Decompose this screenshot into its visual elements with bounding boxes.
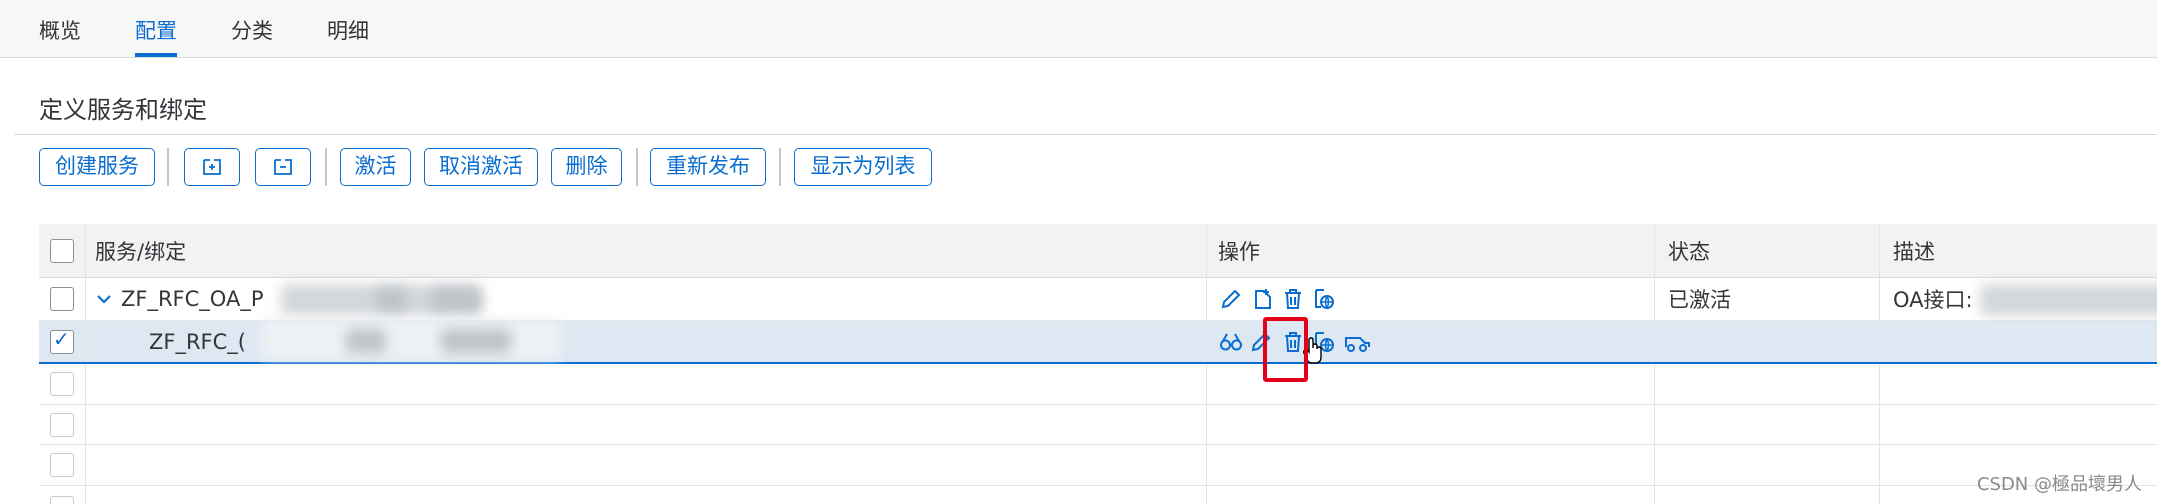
edit-icon[interactable]	[1219, 287, 1243, 311]
row-select-cell	[39, 486, 86, 504]
service-name-cell	[86, 405, 1207, 444]
row-checkbox[interactable]	[50, 327, 74, 354]
binding-name: ZF_RFC_(	[149, 329, 246, 354]
tab-bar: 概览 配置 分类 明细	[0, 0, 2157, 58]
actions-cell	[1207, 445, 1655, 485]
services-table: 服务/绑定 操作 状态 描述 ZF_RFC_OA_P 已激活 OA接口: ✓ Z…	[39, 224, 2157, 504]
create-service-button[interactable]: 创建服务	[39, 148, 155, 186]
actions-cell	[1207, 486, 1655, 504]
tab-overview[interactable]: 概览	[39, 0, 81, 57]
column-label: 状态	[1668, 239, 1710, 264]
activate-button[interactable]: 激活	[340, 148, 411, 186]
service-name-cell: ZF_RFC_(	[86, 319, 1207, 362]
service-name-cell	[86, 445, 1207, 485]
toolbar-separator	[167, 148, 169, 186]
display-icon[interactable]	[1219, 330, 1243, 354]
redacted-text	[261, 319, 561, 359]
delete-icon[interactable]	[1281, 287, 1305, 311]
row-select-cell	[39, 405, 86, 444]
status-cell: 已激活	[1655, 278, 1880, 320]
table-row-empty	[39, 405, 2157, 445]
status-cell	[1655, 321, 1880, 362]
watermark: CSDN @極品壞男人	[1976, 474, 2142, 495]
row-checkbox[interactable]	[50, 496, 74, 504]
redacted-text	[431, 288, 481, 312]
redacted-text	[1980, 284, 2157, 316]
column-header-status[interactable]: 状态	[1655, 224, 1880, 277]
select-all-cell	[39, 224, 86, 277]
actions-cell	[1207, 278, 1655, 320]
divider	[14, 134, 2157, 135]
collapse-all-button[interactable]	[255, 148, 311, 186]
toolbar-separator	[325, 148, 327, 186]
collapse-all-icon	[271, 159, 295, 184]
deactivate-button[interactable]: 取消激活	[424, 148, 538, 186]
row-select-cell	[39, 364, 86, 404]
table-row-empty	[39, 364, 2157, 405]
publish-icon[interactable]	[1312, 287, 1336, 311]
service-name-cell	[86, 364, 1207, 404]
toolbar-separator	[779, 148, 781, 186]
column-header-service[interactable]: 服务/绑定	[86, 224, 1207, 277]
service-name: ZF_RFC_OA_P	[121, 287, 264, 311]
table-row-selected[interactable]: ZF_RFC_(	[39, 319, 2157, 364]
row-checkbox[interactable]	[50, 453, 74, 477]
redacted-text	[376, 288, 406, 312]
description-text: OA接口:	[1893, 288, 1973, 312]
description-cell: OA接口:	[1880, 278, 2157, 320]
row-checkbox[interactable]	[50, 372, 74, 396]
highlight-box	[1263, 317, 1308, 382]
table-row-empty	[39, 445, 2157, 486]
row-select-cell	[39, 445, 86, 485]
service-name-cell: ZF_RFC_OA_P	[86, 278, 1207, 320]
tab-details[interactable]: 明细	[327, 0, 369, 57]
expand-all-icon	[200, 159, 224, 184]
chevron-down-icon[interactable]	[96, 293, 112, 305]
row-checkbox[interactable]	[50, 412, 74, 437]
status-cell	[1655, 364, 1880, 404]
row-checkbox[interactable]	[50, 287, 74, 311]
column-label: 操作	[1218, 239, 1260, 264]
redacted-text	[346, 329, 386, 353]
description-cell	[1880, 321, 2157, 362]
column-label: 描述	[1893, 239, 1935, 264]
column-label: 服务/绑定	[95, 239, 187, 264]
status-cell	[1655, 405, 1880, 444]
add-binding-icon[interactable]	[1251, 287, 1275, 311]
expand-all-button[interactable]	[184, 148, 240, 186]
table-row-empty	[39, 486, 2157, 504]
column-header-actions[interactable]: 操作	[1207, 224, 1655, 277]
delete-button[interactable]: 删除	[551, 148, 622, 186]
table-row[interactable]: ZF_RFC_OA_P 已激活 OA接口:	[39, 278, 2157, 321]
toolbar-separator	[636, 148, 638, 186]
actions-cell	[1207, 405, 1655, 444]
redacted-text	[441, 329, 511, 353]
show-as-list-button[interactable]: 显示为列表	[794, 148, 932, 186]
republish-button[interactable]: 重新发布	[650, 148, 766, 186]
select-all-checkbox[interactable]	[50, 238, 74, 263]
table-header: 服务/绑定 操作 状态 描述	[39, 224, 2157, 278]
test-icon[interactable]	[1343, 330, 1371, 354]
status-text: 已激活	[1668, 288, 1731, 312]
row-select-cell	[39, 278, 86, 320]
service-name-cell	[86, 486, 1207, 504]
description-cell	[1880, 364, 2157, 404]
tab-classification[interactable]: 分类	[231, 0, 273, 57]
status-cell	[1655, 445, 1880, 485]
column-header-description[interactable]: 描述	[1880, 224, 2157, 277]
description-cell	[1880, 405, 2157, 444]
tab-configuration[interactable]: 配置	[135, 0, 177, 57]
row-select-cell	[39, 321, 86, 362]
status-cell	[1655, 486, 1880, 504]
section-title: 定义服务和绑定	[39, 97, 207, 124]
